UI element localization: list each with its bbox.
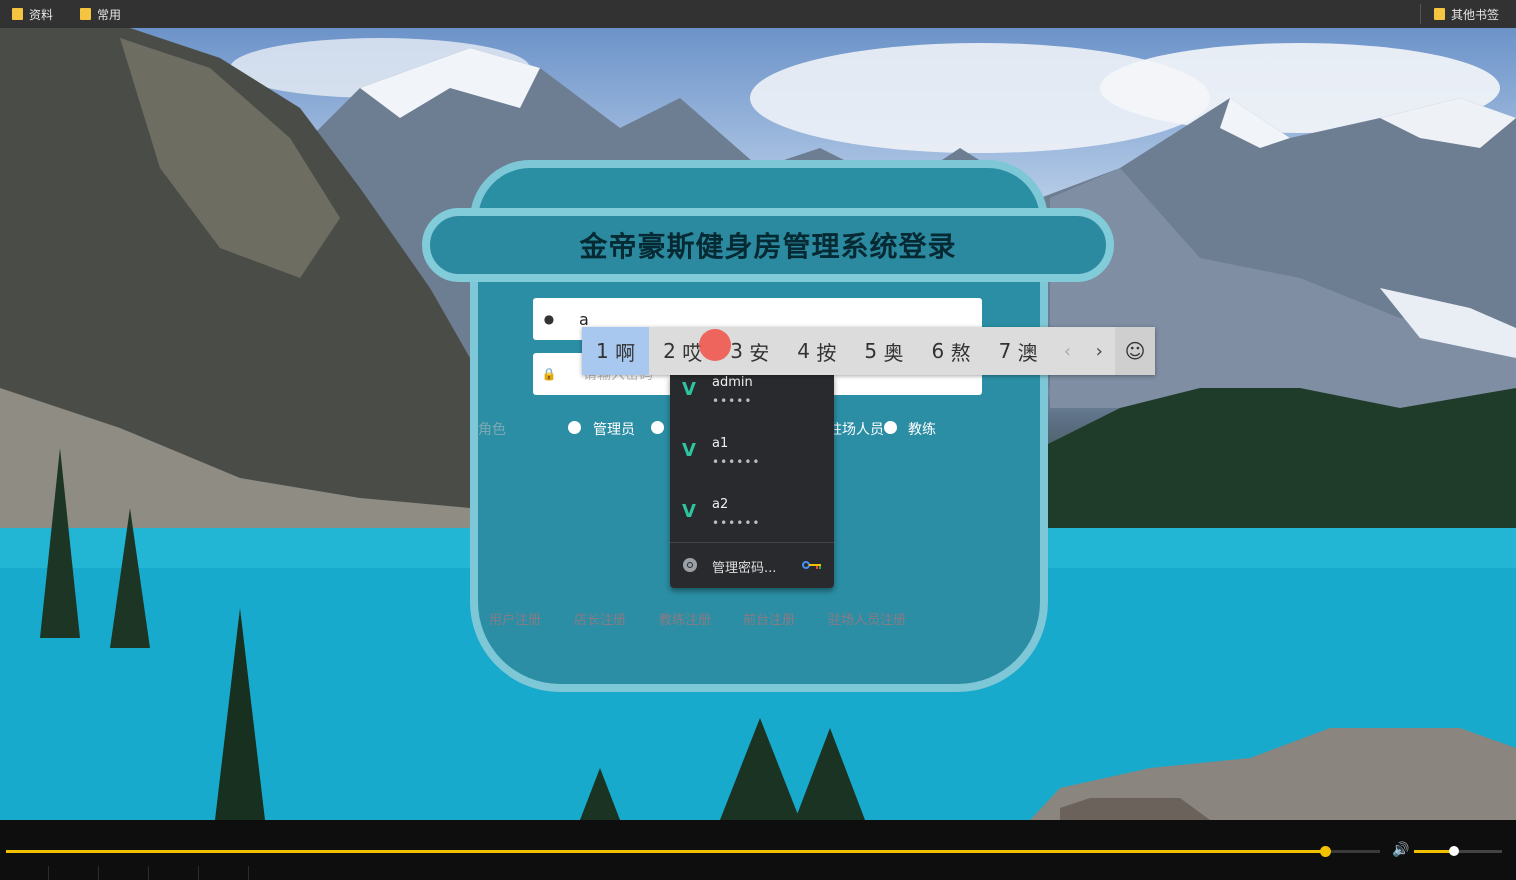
candidate-char: 啊: [615, 340, 636, 365]
manage-passwords-link[interactable]: 管理密码...: [712, 557, 776, 576]
register-manager-link[interactable]: 店长注册: [574, 609, 626, 628]
autofill-entry[interactable]: V a2 ••••••: [670, 489, 834, 547]
player-button[interactable]: [200, 866, 249, 880]
register-staff-link[interactable]: 驻场人员注册: [828, 609, 906, 628]
candidate-char: 按: [816, 340, 837, 365]
autofill-username: a1: [712, 436, 729, 451]
role-radio-staff[interactable]: [651, 421, 664, 434]
bookmark-bar: 资料 常用 其他书签: [0, 0, 1516, 28]
candidate-char: 熬: [950, 340, 971, 365]
folder-icon: [80, 8, 91, 20]
chevron-right-icon[interactable]: ›: [1083, 341, 1115, 362]
ime-candidate-bar: 1 啊 2 哎 3 安 4 按 5 奥 6 熬 7 澳 ‹ › ☺: [582, 327, 1155, 375]
candidate-char: 奥: [883, 340, 904, 365]
emoji-icon[interactable]: ☺: [1115, 327, 1155, 375]
player-button[interactable]: [100, 866, 149, 880]
ime-candidate[interactable]: 4 按: [783, 327, 850, 375]
autofill-username: admin: [712, 375, 753, 390]
autofill-password: •••••: [712, 394, 753, 408]
ime-candidate[interactable]: 7 澳: [985, 327, 1052, 375]
role-radio-admin[interactable]: [568, 421, 581, 434]
candidate-number: 5: [864, 339, 878, 363]
other-bookmarks-folder[interactable]: 其他书签: [1434, 0, 1499, 28]
password-autofill-dropdown: V admin ••••• V a1 •••••• V a2 •••••• 管理…: [670, 375, 834, 588]
key-icon: [802, 561, 821, 569]
volume-fill: [1414, 850, 1454, 853]
volume-handle[interactable]: [1448, 846, 1459, 856]
candidate-char: 澳: [1017, 340, 1038, 365]
progress-fill: [6, 850, 1326, 853]
role-label-staff: 驻场人员: [828, 422, 884, 438]
role-label-coach: 教练: [908, 422, 936, 438]
player-button[interactable]: [0, 866, 49, 880]
chrome-icon: [683, 558, 697, 572]
player-button[interactable]: [150, 866, 199, 880]
bookmark-folder[interactable]: 常用: [80, 0, 121, 28]
volume-slider[interactable]: [1414, 846, 1502, 856]
username-value: a: [579, 309, 589, 329]
role-label-admin: 管理员: [593, 422, 635, 438]
candidate-number: 4: [797, 339, 811, 363]
bookmark-label: 其他书签: [1451, 7, 1500, 22]
lock-icon: 🔒: [541, 367, 557, 381]
candidate-number: 7: [998, 339, 1012, 363]
ime-candidate[interactable]: 5 奥: [850, 327, 917, 375]
bookmark-folder[interactable]: 资料: [12, 0, 53, 28]
autofill-entry[interactable]: V admin •••••: [670, 367, 834, 425]
autofill-password: ••••••: [712, 455, 761, 469]
autofill-entry[interactable]: V a1 ••••••: [670, 428, 834, 486]
app-logo-icon: V: [682, 440, 696, 461]
register-reception-link[interactable]: 前台注册: [743, 609, 795, 628]
divider: [1420, 4, 1421, 24]
autofill-password: ••••••: [712, 516, 761, 530]
chevron-left-icon[interactable]: ‹: [1052, 341, 1084, 362]
role-label: 角色: [478, 422, 506, 438]
player-button-row: [0, 866, 1516, 880]
folder-icon: [12, 8, 23, 20]
role-radio-coach[interactable]: [884, 421, 897, 434]
progress-bar[interactable]: [6, 846, 1380, 857]
candidate-char: 安: [749, 340, 770, 365]
folder-icon: [1434, 8, 1445, 20]
player-button[interactable]: [50, 866, 99, 880]
bookmark-label: 资料: [29, 7, 54, 22]
ime-candidate[interactable]: 1 啊: [582, 327, 650, 375]
cursor-highlight: [699, 329, 731, 361]
page-title: 金帝豪斯健身房管理系统登录: [422, 208, 1114, 282]
register-coach-link[interactable]: 教练注册: [659, 609, 711, 628]
bookmark-label: 常用: [97, 7, 122, 22]
volume-icon[interactable]: 🔊: [1392, 842, 1409, 858]
video-player-controls: 🔊: [0, 820, 1516, 880]
app-logo-icon: V: [682, 379, 696, 400]
ime-candidate[interactable]: 6 熬: [917, 327, 984, 375]
register-user-link[interactable]: 用户注册: [489, 609, 541, 628]
user-icon: ●: [543, 312, 555, 326]
app-logo-icon: V: [682, 501, 696, 522]
divider: [670, 542, 834, 543]
candidate-number: 2: [663, 339, 676, 363]
candidate-number: 3: [730, 339, 743, 363]
autofill-username: a2: [712, 497, 729, 512]
candidate-number: 6: [931, 339, 945, 363]
candidate-number: 1: [596, 339, 609, 363]
progress-handle[interactable]: [1320, 846, 1332, 857]
